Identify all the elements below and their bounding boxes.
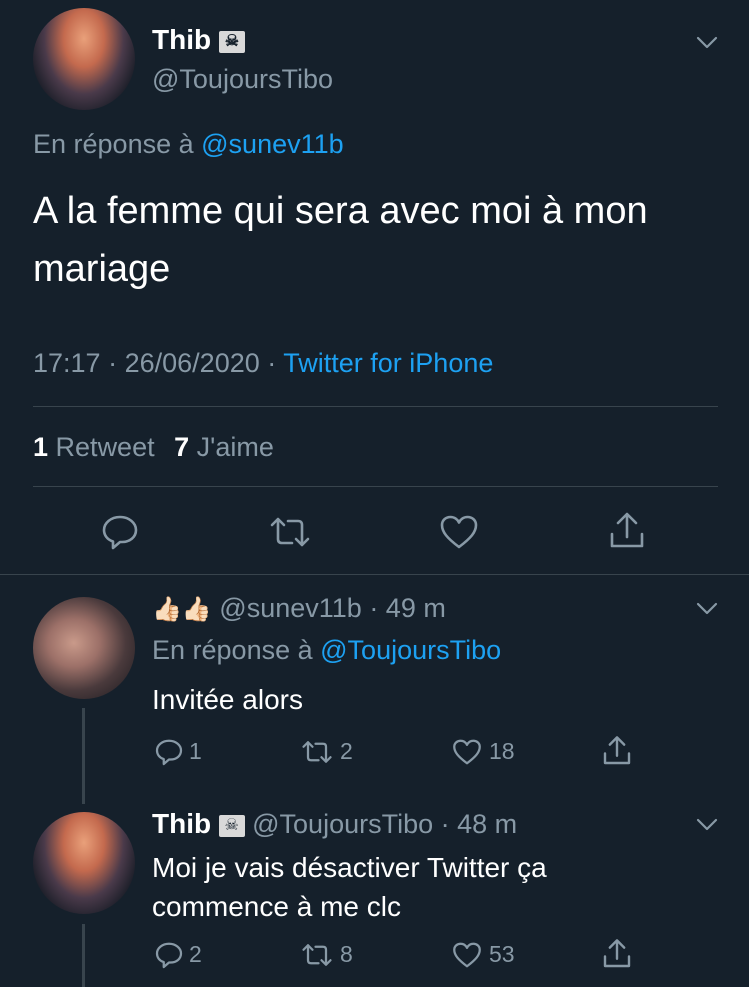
reply-text-line: Moi je vais désactiver Twitter ça — [152, 852, 547, 883]
retweets-count: 1 — [33, 432, 49, 462]
retweet-icon[interactable] — [298, 940, 336, 970]
likes-stat[interactable]: 7 J'aime — [174, 432, 274, 462]
likes-label: J'aime — [196, 432, 274, 462]
retweet-icon[interactable] — [298, 737, 336, 767]
heart-icon[interactable] — [438, 512, 480, 552]
likes-count: 7 — [174, 432, 190, 462]
author-name[interactable]: Thib — [152, 24, 211, 55]
author-name[interactable]: Thib — [152, 808, 211, 839]
chevron-down-icon[interactable] — [696, 602, 718, 616]
retweets-stat[interactable]: 1 Retweet — [33, 432, 162, 462]
share-icon[interactable] — [607, 510, 647, 552]
tweet-source-link[interactable]: Twitter for iPhone — [283, 348, 493, 378]
share-icon[interactable] — [601, 937, 633, 971]
reply-text: Moi je vais désactiver Twitter ça commen… — [152, 848, 547, 926]
divider — [33, 406, 718, 407]
reply-icon[interactable] — [154, 940, 184, 970]
reply-context: En réponse à @sunev11b — [33, 129, 344, 160]
reply-text: Invitée alors — [152, 684, 303, 715]
thread-line — [82, 708, 85, 804]
meta-separator: · — [108, 348, 118, 378]
thread-line — [82, 924, 85, 987]
retweet-icon[interactable] — [268, 512, 312, 552]
avatar[interactable] — [33, 812, 135, 914]
meta-separator: · — [267, 348, 277, 378]
divider — [33, 486, 718, 487]
retweet-count: 8 — [340, 941, 353, 967]
reply-handle[interactable]: @sunev11b — [219, 593, 362, 623]
reply-context: En réponse à @ToujoursTibo — [152, 635, 501, 666]
heart-icon[interactable] — [451, 737, 483, 767]
reply-icon[interactable] — [154, 737, 184, 767]
heart-icon[interactable] — [451, 940, 483, 970]
avatar[interactable] — [33, 8, 135, 110]
share-icon[interactable] — [601, 734, 633, 768]
reply-to-link[interactable]: @ToujoursTibo — [320, 635, 501, 665]
reply-time: · 48 m — [440, 809, 518, 839]
tweet-text-line: mariage — [33, 248, 171, 290]
reply-handle[interactable]: @ToujoursTibo — [252, 809, 433, 839]
chevron-down-icon[interactable] — [696, 818, 718, 832]
author-name-row[interactable]: Thib ☠ — [152, 24, 245, 56]
retweets-label: Retweet — [55, 432, 155, 462]
like-count: 53 — [489, 941, 515, 967]
tweet-meta: 17:17 · 26/06/2020 · Twitter for iPhone — [33, 348, 493, 379]
reply-header: 👍🏻👍🏻 @sunev11b · 49 m — [152, 593, 446, 624]
retweet-count: 2 — [340, 738, 353, 764]
like-count: 18 — [489, 738, 515, 764]
reply-count: 1 — [189, 738, 202, 764]
reply-count: 2 — [189, 941, 202, 967]
tweet-date: 26/06/2020 — [124, 348, 260, 378]
pirate-flag-icon: ☠ — [218, 30, 245, 53]
reply-prefix: En réponse à — [152, 635, 313, 665]
tweet-time: 17:17 — [33, 348, 101, 378]
author-handle[interactable]: @ToujoursTibo — [152, 64, 333, 95]
thumbs-up-emoji: 👍🏻👍🏻 — [152, 596, 212, 623]
divider — [0, 574, 749, 575]
chevron-down-icon[interactable] — [696, 36, 718, 50]
reply-header: Thib ☠ @ToujoursTibo · 48 m — [152, 808, 517, 840]
tweet-text-line: A la femme qui sera avec moi à mon — [33, 190, 648, 232]
avatar[interactable] — [33, 597, 135, 699]
reply-prefix: En réponse à — [33, 129, 194, 159]
reply-text-line: commence à me clc — [152, 891, 401, 922]
reply-time: · 49 m — [369, 593, 446, 623]
pirate-flag-icon: ☠ — [218, 814, 245, 837]
engagement-stats: 1 Retweet 7 J'aime — [33, 432, 274, 463]
reply-icon[interactable] — [100, 512, 140, 552]
tweet-text: A la femme qui sera avec moi à mon maria… — [33, 182, 648, 298]
reply-to-link[interactable]: @sunev11b — [201, 129, 344, 159]
